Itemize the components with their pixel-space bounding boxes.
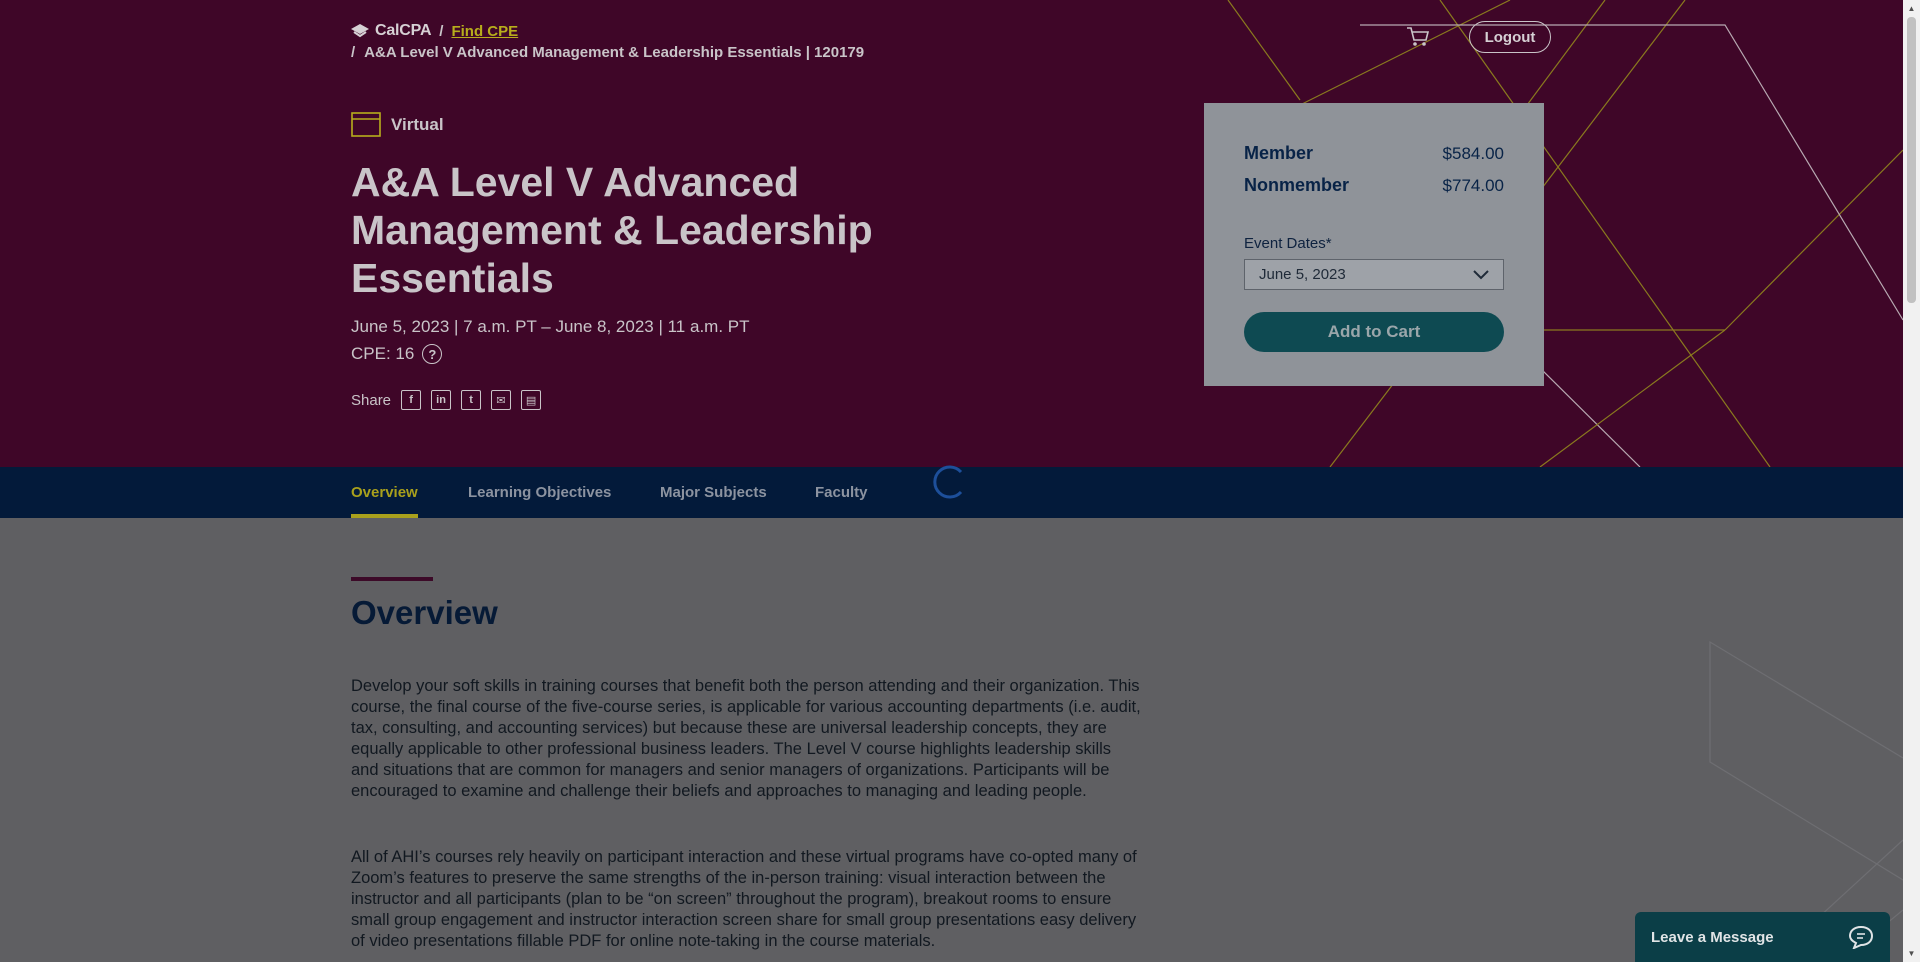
twitter-icon[interactable]: t [461,390,482,410]
breadcrumb-separator: / [351,44,356,61]
member-price-row: Member $584.00 [1244,143,1504,175]
share-label: Share [351,391,392,409]
nonmember-price: $774.00 [1442,176,1504,195]
event-format-label: Virtual [391,114,444,134]
leave-message-button[interactable]: Leave a Message [1635,912,1890,962]
section-accent-bar [351,577,433,581]
facebook-icon[interactable]: f [401,390,422,410]
add-to-cart-button[interactable]: Add to Cart [1244,312,1504,352]
tab-major-subjects[interactable]: Major Subjects [660,484,767,501]
linkedin-icon[interactable]: in [431,390,452,410]
calcpa-logo-icon [351,24,369,38]
scrollbar-thumb[interactable] [1907,17,1916,303]
breadcrumb-find-cpe-link[interactable]: Find CPE [451,23,518,40]
chat-bubble-icon [1848,925,1874,949]
breadcrumb-separator: / [439,22,444,40]
tab-faculty[interactable]: Faculty [815,484,868,501]
overview-heading: Overview [351,594,498,631]
chevron-down-icon [1473,269,1489,279]
event-dates: June 5, 2023 | 7 a.m. PT – June 8, 2023 … [351,317,750,336]
logo-text: CalCPA [375,22,432,39]
print-icon[interactable]: ▤ [521,390,542,410]
event-dates-label: Event Dates* [1244,235,1332,252]
member-label: Member [1244,143,1314,163]
selected-date: June 5, 2023 [1259,266,1346,283]
event-title: A&A Level V Advanced Management & Leader… [351,159,873,301]
help-icon[interactable]: ? [422,344,443,364]
scroll-up-arrow-icon[interactable]: ▲ [1903,0,1920,17]
nonmember-price-row: Nonmember $774.00 [1244,175,1504,207]
virtual-screen-icon [351,112,381,137]
cpe-credits: CPE: 16 ? [351,344,443,364]
event-format: Virtual [351,112,444,137]
email-icon[interactable]: ✉ [491,390,512,410]
calcpa-logo[interactable]: CalCPA [351,22,431,40]
pricing-card: Member $584.00 Nonmember $774.00 Event D… [1204,103,1544,386]
loading-spinner-icon [933,465,963,499]
cpe-value: CPE: 16 [351,344,415,363]
page-scrollbar[interactable]: ▲ ▼ [1903,0,1920,962]
tab-learning-objectives[interactable]: Learning Objectives [468,484,611,501]
leave-message-label: Leave a Message [1651,928,1774,946]
overview-paragraph: All of AHI’s courses rely heavily on par… [351,848,1137,950]
breadcrumb: CalCPA / Find CPE / A&A Level V Advanced… [351,22,864,61]
cart-icon[interactable] [1406,26,1430,48]
event-date-select[interactable]: June 5, 2023 [1244,259,1504,290]
overview-paragraph: Develop your soft skills in training cou… [351,677,1141,800]
tab-overview[interactable]: Overview [351,484,418,501]
logout-button[interactable]: Logout [1469,21,1551,53]
nonmember-label: Nonmember [1244,175,1350,195]
breadcrumb-current: A&A Level V Advanced Management & Leader… [364,44,865,61]
share-bar: Share f in t ✉ ▤ [351,390,542,410]
member-price: $584.00 [1442,144,1504,163]
event-hero: CalCPA / Find CPE / A&A Level V Advanced… [0,0,1903,467]
scroll-down-arrow-icon[interactable]: ▼ [1903,945,1920,962]
